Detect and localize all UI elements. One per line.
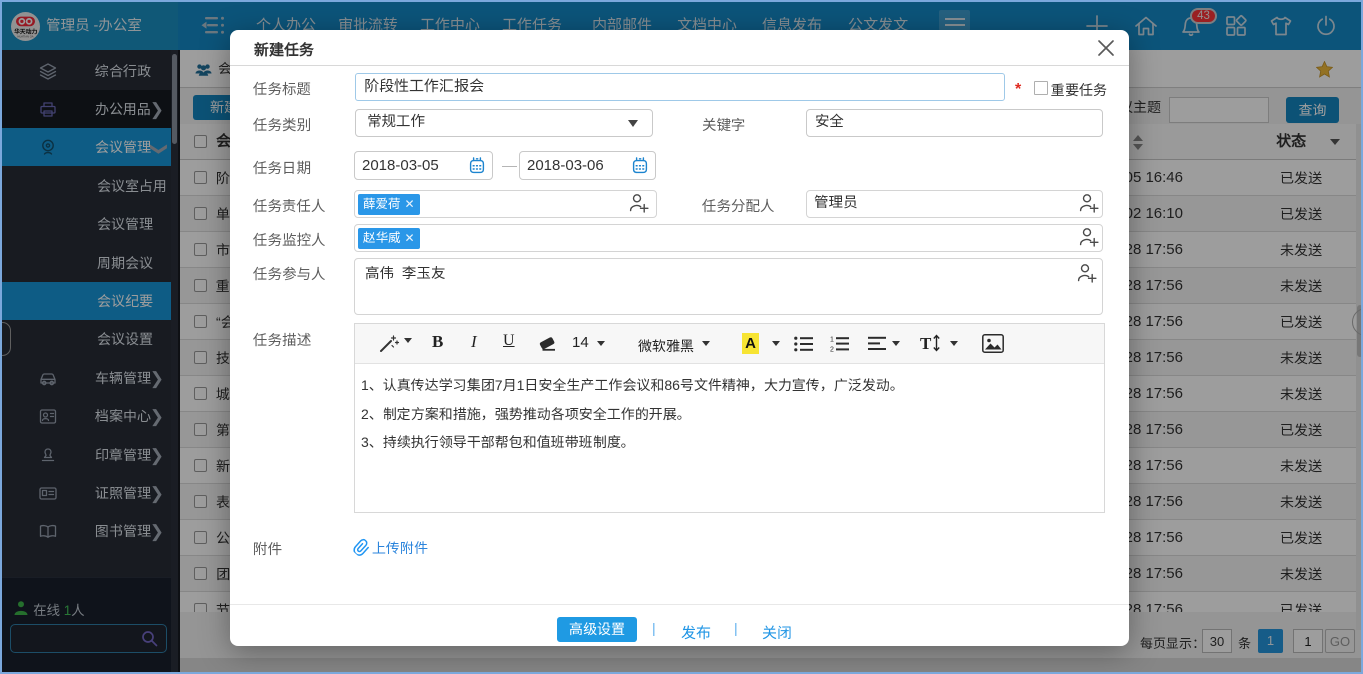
svg-text:1: 1 [830, 337, 834, 344]
svg-text:T: T [920, 334, 932, 353]
svg-text:2: 2 [830, 347, 834, 353]
